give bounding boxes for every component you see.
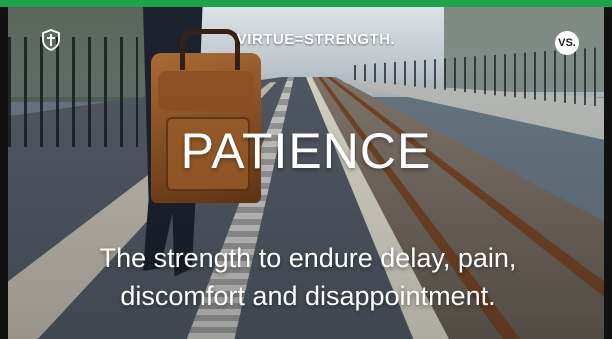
virtue-headline: PATIENCE (180, 123, 432, 179)
definition-line-1: The strength to endure delay, pain, (99, 243, 517, 273)
quote-card-image: VIRTUE=STRENGTH. VS. PATIENCE The streng… (8, 7, 604, 339)
accent-top-bar (0, 0, 612, 7)
definition-line-2: discomfort and disappointment. (120, 281, 496, 311)
vs-badge: VS. (555, 31, 579, 55)
shield-cross-icon (42, 29, 60, 51)
virtue-definition: The strength to endure delay, pain, disc… (48, 239, 568, 315)
brand-title: VIRTUE=STRENGTH. (236, 31, 396, 48)
